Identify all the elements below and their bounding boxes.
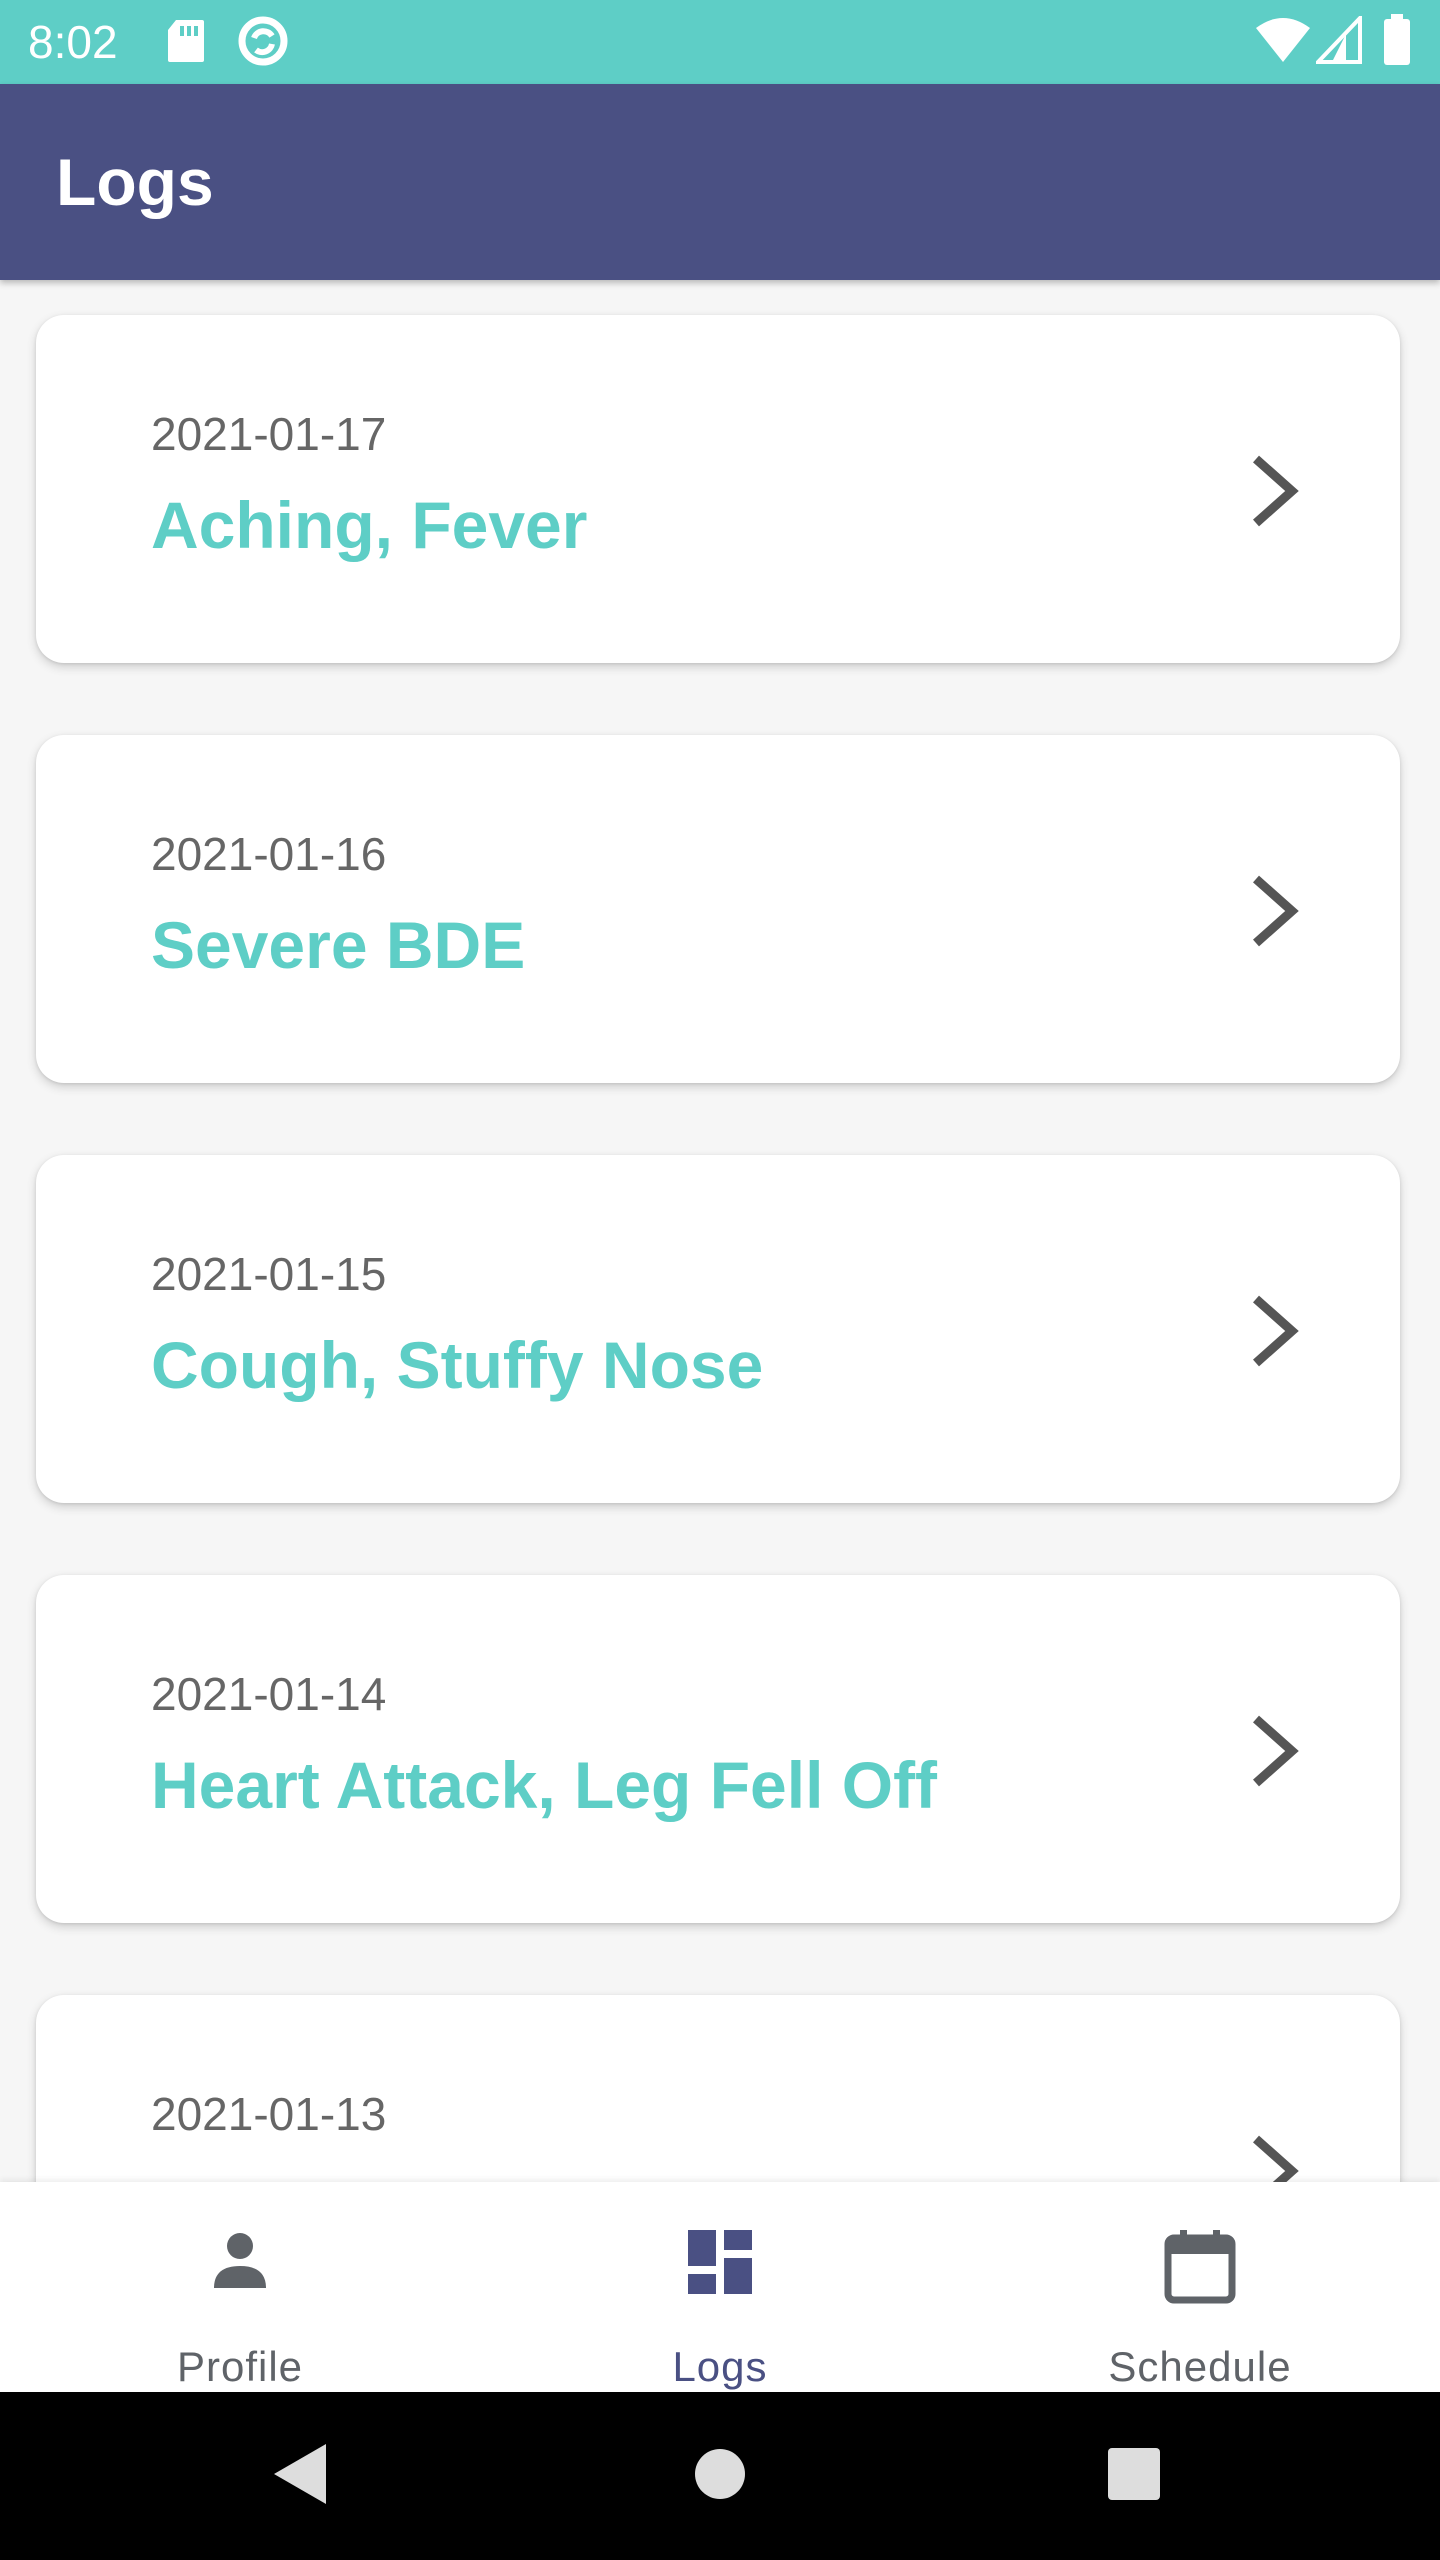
battery-icon [1384, 14, 1410, 65]
log-date: 2021-01-13 [151, 2088, 387, 2140]
system-navigation-bar [0, 2392, 1440, 2560]
nav-label: Profile [176, 2343, 304, 2390]
chevron-right-icon [1253, 1295, 1299, 1367]
signal-icon [1316, 16, 1362, 64]
logs-list[interactable]: 2021-01-17 Aching, Fever 2021-01-16 Seve… [0, 280, 1440, 2182]
bottom-navigation: Profile Logs Schedule [0, 2182, 1440, 2392]
log-card[interactable]: 2021-01-14 Heart Attack, Leg Fell Off [36, 1575, 1400, 1923]
log-symptoms: Cough, Stuffy Nose [151, 1328, 764, 1402]
wifi-icon [1256, 18, 1310, 62]
log-symptoms: Heart Attack, Leg Fell Off [151, 1748, 938, 1822]
log-card[interactable]: 2021-01-16 Severe BDE [36, 735, 1400, 1083]
chevron-right-icon [1253, 1715, 1299, 1787]
recents-icon[interactable] [1108, 2448, 1160, 2500]
status-bar: 8:02 [0, 0, 1440, 84]
log-date: 2021-01-15 [151, 1248, 387, 1300]
log-date: 2021-01-16 [151, 828, 387, 880]
log-card[interactable]: 2021-01-17 Aching, Fever [36, 315, 1400, 663]
back-icon[interactable] [270, 2442, 330, 2506]
chevron-right-icon [1253, 455, 1299, 527]
nav-label: Logs [672, 2343, 768, 2390]
dashboard-icon [688, 2230, 752, 2294]
log-date: 2021-01-14 [151, 1668, 387, 1720]
nav-label: Schedule [1108, 2343, 1292, 2390]
log-card[interactable]: 2021-01-15 Cough, Stuffy Nose [36, 1155, 1400, 1503]
log-symptoms: Severe BDE [151, 908, 526, 982]
nav-item-logs[interactable]: Logs [480, 2182, 960, 2392]
sd-card-icon [168, 20, 204, 62]
sync-icon [238, 16, 288, 66]
log-card[interactable]: 2021-01-13 [36, 1995, 1400, 2182]
person-icon [214, 2233, 266, 2288]
home-icon[interactable] [694, 2448, 746, 2500]
nav-item-schedule[interactable]: Schedule [960, 2182, 1440, 2392]
chevron-right-icon [1253, 2135, 1299, 2182]
app-bar: Logs [0, 84, 1440, 280]
calendar-icon [1164, 2230, 1236, 2304]
nav-item-profile[interactable]: Profile [0, 2182, 480, 2392]
log-symptoms: Aching, Fever [151, 488, 588, 562]
page-title: Logs [56, 145, 214, 219]
status-time: 8:02 [28, 16, 118, 68]
log-date: 2021-01-17 [151, 408, 387, 460]
chevron-right-icon [1253, 875, 1299, 947]
